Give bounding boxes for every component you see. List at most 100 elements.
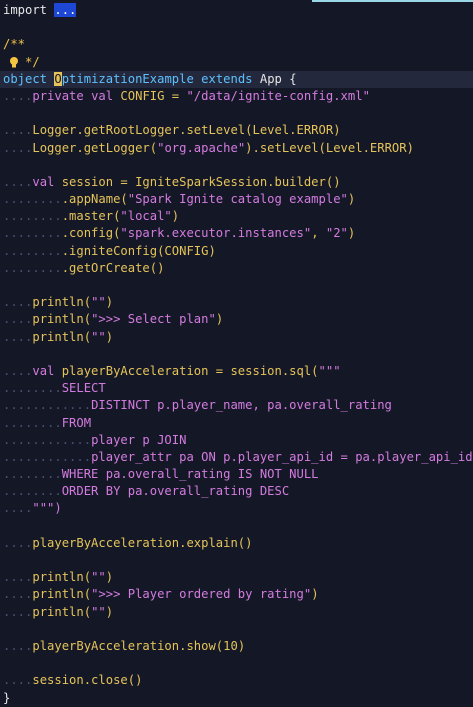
code-line[interactable]: ....println(""): [0, 329, 473, 346]
code-line[interactable]: .........appName("Spark Ignite catalog e…: [0, 191, 473, 208]
code-token: CONFIG =: [113, 88, 187, 103]
code-token: object: [3, 71, 55, 86]
code-line[interactable]: ....session.close(): [0, 672, 473, 689]
code-token: ): [237, 638, 246, 653]
code-line[interactable]: ....playerByAcceleration.explain(): [0, 535, 473, 552]
code-token: ....: [3, 295, 33, 310]
code-token: println(: [32, 312, 92, 327]
code-token: ): [215, 312, 224, 327]
code-line[interactable]: ....private val CONFIG = "/data/ignite-c…: [0, 88, 473, 105]
code-token: .igniteConfig(CONFIG): [61, 243, 216, 258]
code-token: ............: [3, 398, 92, 413]
code-line[interactable]: [0, 19, 473, 36]
code-token: ).setLevel(Level.ERROR): [245, 140, 414, 155]
code-token: WHERE pa.overall_rating IS NOT NULL: [61, 467, 319, 482]
code-token: """: [318, 363, 341, 378]
code-token: "": [91, 570, 106, 585]
code-token: ............: [3, 432, 92, 447]
code-line[interactable]: [0, 655, 473, 672]
code-token: ........: [3, 260, 62, 275]
code-line[interactable]: ........ORDER BY pa.overall_rating DESC: [0, 483, 473, 500]
code-token: "spark.executor.instances": [120, 226, 312, 241]
code-token: "": [91, 604, 106, 619]
code-editor[interactable]: import ... /** */object OptimizationExam…: [0, 2, 473, 707]
code-token: ........: [3, 192, 62, 207]
code-token: "/data/ignite-config.xml": [186, 88, 370, 103]
code-line[interactable]: ........FROM: [0, 415, 473, 432]
code-token: val: [91, 88, 114, 103]
code-token: ,: [311, 226, 326, 241]
code-token: "org.apache": [157, 140, 246, 155]
code-token: Logger.getRootLogger.setLevel(Level.ERRO…: [32, 123, 341, 138]
code-token: ): [105, 329, 114, 344]
code-line[interactable]: ....Logger.getLogger("org.apache").setLe…: [0, 140, 473, 157]
code-line[interactable]: [0, 552, 473, 569]
code-token: }: [3, 690, 11, 705]
code-line[interactable]: .........getOrCreate(): [0, 260, 473, 277]
code-token: println(: [32, 329, 92, 344]
code-line[interactable]: ............player_attr pa ON p.player_a…: [0, 449, 473, 466]
code-token: 10: [223, 638, 238, 653]
code-line[interactable]: ....val playerByAcceleration = session.s…: [0, 363, 473, 380]
code-token: player_attr pa ON p.player_api_id = pa.p…: [91, 449, 473, 464]
code-line[interactable]: object OptimizationExample extends App {: [0, 70, 473, 88]
code-token: ): [105, 570, 114, 585]
code-token: """): [32, 501, 62, 516]
code-token: "": [91, 329, 106, 344]
code-line[interactable]: ...."""): [0, 500, 473, 517]
code-token: println(: [32, 295, 92, 310]
code-token: ....: [3, 638, 33, 653]
code-token: extends: [201, 71, 253, 86]
code-line[interactable]: ....playerByAcceleration.show(10): [0, 638, 473, 655]
code-line[interactable]: ....Logger.getRootLogger.setLevel(Level.…: [0, 122, 473, 139]
code-token: O: [54, 71, 62, 86]
code-token: ....: [3, 587, 33, 602]
code-token: ....: [3, 363, 33, 378]
code-line[interactable]: import ...: [0, 2, 473, 19]
code-line[interactable]: [0, 277, 473, 294]
code-line[interactable]: [0, 157, 473, 174]
code-line[interactable]: ....println(">>> Player ordered by ratin…: [0, 586, 473, 603]
code-line[interactable]: ........SELECT: [0, 380, 473, 397]
code-token: .config(: [61, 226, 121, 241]
code-line[interactable]: ............player p JOIN: [0, 432, 473, 449]
code-line[interactable]: .........config("spark.executor.instance…: [0, 225, 473, 242]
code-line[interactable]: ....println(""): [0, 294, 473, 311]
code-token: val: [32, 363, 55, 378]
code-token: ): [311, 587, 319, 602]
code-line[interactable]: ....println(""): [0, 604, 473, 621]
code-token: ....: [3, 329, 33, 344]
code-token: ...: [54, 3, 77, 17]
code-token: ........: [3, 381, 62, 396]
code-token: "Spark Ignite catalog example": [127, 192, 348, 207]
code-token: println(: [32, 570, 92, 585]
code-token: private: [32, 88, 84, 103]
code-token: .master(: [61, 209, 121, 224]
code-line[interactable]: ........WHERE pa.overall_rating IS NOT N…: [0, 466, 473, 483]
code-token: ....: [3, 535, 33, 550]
code-line[interactable]: ....println(""): [0, 569, 473, 586]
code-line[interactable]: [0, 105, 473, 122]
code-line[interactable]: .........igniteConfig(CONFIG): [0, 243, 473, 260]
lightbulb-icon[interactable]: [8, 56, 20, 69]
code-line[interactable]: }: [0, 690, 473, 707]
code-token: DISTINCT p.player_name, pa.overall_ratin…: [91, 398, 392, 413]
code-line[interactable]: [0, 621, 473, 638]
code-line[interactable]: /**: [0, 36, 473, 53]
code-token: ORDER BY pa.overall_rating DESC: [61, 484, 290, 499]
code-token: ">>> Player ordered by rating": [91, 587, 312, 602]
code-token: ): [347, 226, 356, 241]
code-line[interactable]: ....println(">>> Select plan"): [0, 311, 473, 328]
code-line[interactable]: */: [0, 54, 473, 71]
code-line[interactable]: [0, 518, 473, 535]
code-line[interactable]: ............DISTINCT p.player_name, pa.o…: [0, 397, 473, 414]
code-token: ....: [3, 140, 33, 155]
code-token: println(: [32, 604, 92, 619]
code-token: ....: [3, 604, 33, 619]
code-line[interactable]: [0, 346, 473, 363]
code-line[interactable]: ....val session = IgniteSparkSession.bui…: [0, 174, 473, 191]
code-line[interactable]: .........master("local"): [0, 208, 473, 225]
code-token: ....: [3, 88, 33, 103]
code-token: println(: [32, 587, 92, 602]
code-token: Logger.getLogger(: [32, 140, 158, 155]
